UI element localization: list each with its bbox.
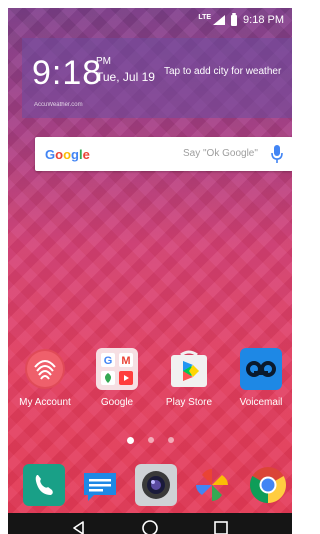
- google-folder-icon: G M: [95, 347, 139, 391]
- page-dot-3[interactable]: [167, 437, 174, 443]
- play-store-icon: [167, 347, 211, 391]
- app-label: My Account: [19, 397, 71, 408]
- recents-icon[interactable]: [204, 516, 238, 534]
- voicemail-icon: [239, 347, 283, 391]
- page-indicator[interactable]: [8, 437, 292, 444]
- app-label: Play Store: [165, 397, 213, 408]
- messages-icon[interactable]: [78, 463, 122, 507]
- navigation-bar: [8, 513, 292, 534]
- app-my-account[interactable]: My Account: [14, 347, 76, 408]
- back-icon[interactable]: [62, 516, 96, 534]
- page-dot-2[interactable]: [147, 437, 154, 443]
- svg-text:M: M: [121, 355, 130, 367]
- app-voicemail[interactable]: Voicemail: [230, 347, 292, 408]
- app-label: Voicemail: [239, 397, 283, 408]
- page-dot-1[interactable]: [126, 437, 134, 444]
- home-screen: LTE 9:18 PM 9:18 PM Tue, Jul 19 Tap to a…: [8, 8, 292, 534]
- weather-source: AccuWeather.com: [34, 102, 83, 108]
- home-icon[interactable]: [133, 516, 167, 534]
- weather-widget[interactable]: 9:18 PM Tue, Jul 19 Tap to add city for …: [22, 38, 292, 118]
- status-time: 9:18 PM: [243, 14, 284, 26]
- phone-icon[interactable]: [22, 463, 66, 507]
- app-play-store[interactable]: Play Store: [158, 347, 220, 408]
- photos-icon[interactable]: [190, 463, 234, 507]
- dock: [8, 463, 292, 511]
- signal-icon: [213, 15, 226, 25]
- my-account-icon: [23, 347, 67, 391]
- camera-icon[interactable]: [134, 463, 178, 507]
- network-type: LTE: [198, 13, 212, 21]
- widget-ampm: PM: [96, 56, 111, 67]
- app-google-folder[interactable]: G M Google: [86, 347, 148, 408]
- search-hint: Say "Ok Google": [183, 148, 258, 159]
- chrome-icon[interactable]: [246, 463, 290, 507]
- google-search-bar[interactable]: Google Say "Ok Google": [35, 137, 292, 171]
- status-bar: LTE 9:18 PM: [8, 8, 292, 32]
- mic-icon[interactable]: [271, 145, 283, 163]
- svg-text:G: G: [104, 355, 113, 367]
- battery-icon: [231, 12, 238, 26]
- google-logo: Google: [45, 147, 90, 162]
- widget-time: 9:18: [32, 54, 103, 92]
- add-city-button[interactable]: Tap to add city for weather: [164, 66, 281, 77]
- widget-date: Tue, Jul 19: [96, 70, 155, 84]
- app-label: Google: [100, 397, 134, 408]
